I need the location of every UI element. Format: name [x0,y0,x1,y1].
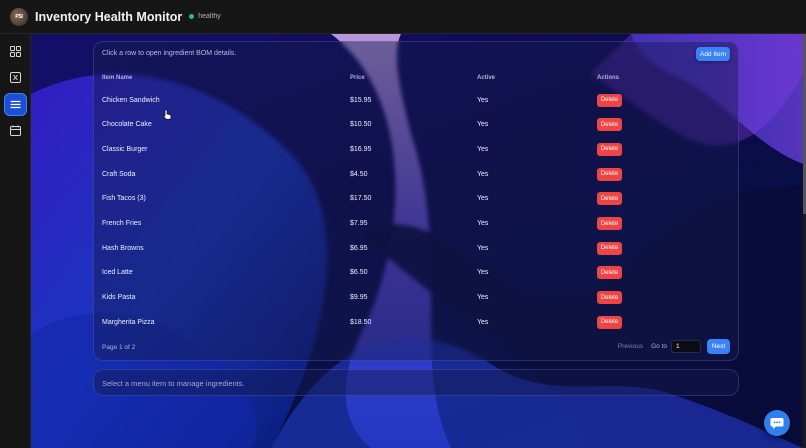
column-header-actions: Actions [597,75,620,81]
table-row[interactable]: Fish Tacos (3) $17.50 Yes Delete [94,187,738,211]
actions-cell: Delete [597,286,622,310]
panel-hint: Click a row to open ingredient BOM detai… [102,50,237,57]
goto-page-input[interactable] [671,340,701,353]
item-name-cell: Chocolate Cake [102,121,152,129]
price-cell: $4.50 [350,170,368,178]
active-cell: Yes [477,96,489,104]
chat-bubble-icon [770,417,784,429]
goto-label: Go to [651,343,667,350]
page-info: Page 1 of 2 [102,344,136,351]
item-name-cell: Fish Tacos (3) [102,195,146,203]
sidebar-item-menu[interactable] [4,93,27,116]
calendar-icon [10,125,21,136]
delete-button[interactable]: Delete [597,291,622,305]
app-title: Inventory Health Monitor [35,9,183,24]
price-cell: $18.50 [350,318,372,326]
actions-cell: Delete [597,88,622,112]
actions-cell: Delete [597,113,622,137]
active-cell: Yes [477,121,489,129]
sidebar-item-inventory[interactable] [4,66,27,89]
price-cell: $9.95 [350,294,368,302]
active-cell: Yes [477,145,489,153]
item-name-cell: Craft Soda [102,170,136,178]
health-status-text: healthy [198,13,221,20]
active-cell: Yes [477,294,489,302]
item-name-cell: Margherita Pizza [102,318,155,326]
chat-button[interactable] [764,410,790,436]
dashboard-grid-icon [10,46,21,57]
delete-button[interactable]: Delete [597,241,622,255]
logo-text: PSI [15,13,23,20]
delete-button[interactable]: Delete [597,93,622,107]
table-row[interactable]: Classic Burger $16.95 Yes Delete [94,137,738,161]
active-cell: Yes [477,269,489,277]
menu-items-panel: Click a row to open ingredient BOM detai… [93,41,739,361]
price-cell: $6.50 [350,269,368,277]
status-dot-icon [189,14,195,19]
bom-panel: Select a menu item to manage ingredients… [93,369,739,396]
price-cell: $15.95 [350,96,372,104]
active-cell: Yes [477,195,489,203]
sidebar-item-calendar[interactable] [4,119,27,142]
pagination: Previous Go to Next [618,339,730,354]
actions-cell: Delete [597,261,622,285]
inventory-box-icon [10,72,21,83]
delete-button[interactable]: Delete [597,142,622,156]
column-header-active: Active [477,75,496,81]
item-name-cell: Hash Browns [102,244,144,252]
table-row[interactable]: Chicken Sandwich $15.95 Yes Delete [94,88,738,112]
item-name-cell: Iced Latte [102,269,133,277]
column-header-price: Price [350,75,365,81]
actions-cell: Delete [597,162,622,186]
delete-button[interactable]: Delete [597,266,622,280]
item-name-cell: French Fries [102,220,142,227]
actions-cell: Delete [597,236,622,260]
delete-button[interactable]: Delete [597,315,622,329]
health-status: healthy [189,13,221,20]
add-item-button[interactable]: Add Item [696,47,730,61]
active-cell: Yes [477,244,489,252]
delete-button[interactable]: Delete [597,217,622,230]
delete-button[interactable]: Delete [597,192,622,206]
delete-button[interactable]: Delete [597,167,622,181]
bom-placeholder-text: Select a menu item to manage ingredients… [102,379,245,388]
actions-cell: Delete [597,310,622,334]
app-logo: PSI [10,7,28,26]
table-row[interactable]: Craft Soda $4.50 Yes Delete [94,162,738,186]
active-cell: Yes [477,318,489,326]
table-row[interactable]: Hash Browns $6.95 Yes Delete [94,236,738,260]
price-cell: $16.95 [350,145,372,153]
sidebar [0,34,31,448]
item-name-cell: Classic Burger [102,145,148,153]
mouse-cursor [163,107,172,125]
actions-cell: Delete [597,187,622,211]
table-row[interactable]: Margherita Pizza $18.50 Yes Delete [94,310,738,334]
top-bar: PSI Inventory Health Monitor healthy [0,0,806,34]
active-cell: Yes [477,170,489,178]
price-cell: $17.50 [350,195,372,203]
actions-cell: Delete [597,212,622,236]
actions-cell: Delete [597,137,622,161]
table-row[interactable]: Kids Pasta $9.95 Yes Delete [94,286,738,310]
hand-cursor-icon [163,109,172,120]
delete-button[interactable]: Delete [597,118,622,132]
table-row[interactable]: Chocolate Cake $10.50 Yes Delete [94,113,738,137]
table-row[interactable]: Iced Latte $6.50 Yes Delete [94,261,738,285]
column-header-item-name: Item Name [102,75,133,81]
item-name-cell: Kids Pasta [102,294,136,302]
price-cell: $7.95 [350,220,368,227]
table-row[interactable]: French Fries $7.95 Yes Delete [94,212,738,236]
next-page-button[interactable]: Next [707,339,730,354]
price-cell: $6.95 [350,244,368,252]
price-cell: $10.50 [350,121,372,129]
item-name-cell: Chicken Sandwich [102,96,160,104]
sidebar-item-dashboard[interactable] [4,40,27,63]
active-cell: Yes [477,220,489,227]
previous-page-button[interactable]: Previous [618,343,643,350]
menu-list-icon [10,100,21,109]
